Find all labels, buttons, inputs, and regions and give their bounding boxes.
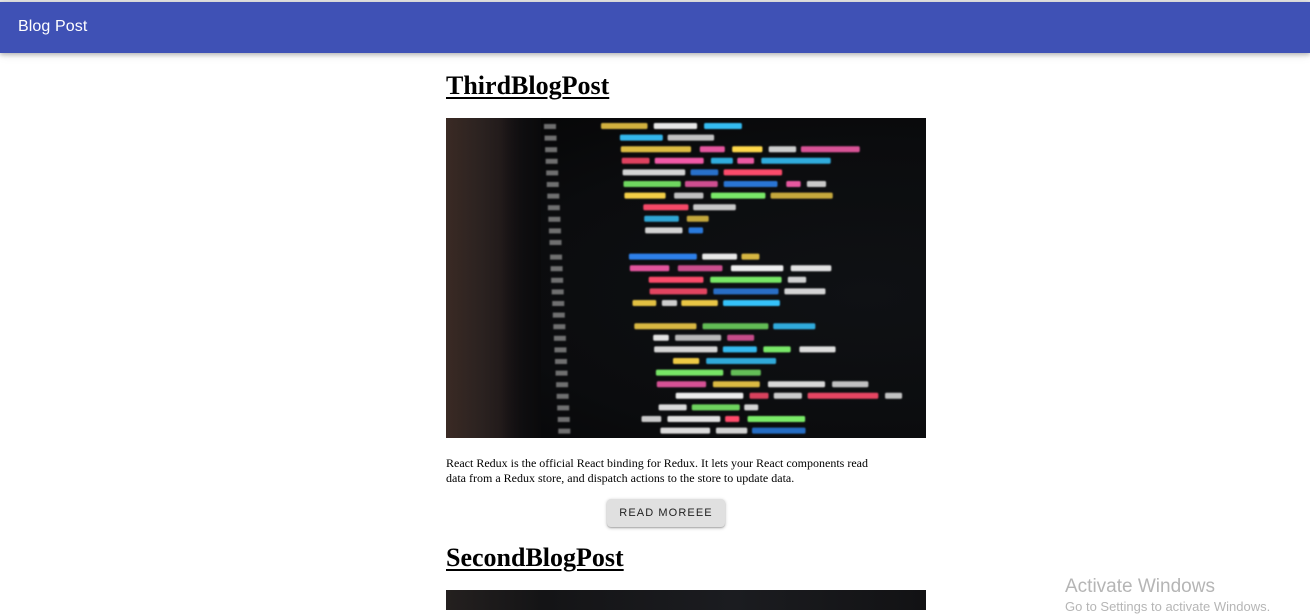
activate-windows-watermark: Activate Windows Go to Settings to activ… xyxy=(1065,576,1270,614)
post-excerpt: React Redux is the official React bindin… xyxy=(446,456,868,485)
app-title: Blog Post xyxy=(18,18,88,35)
code-screen-illustration xyxy=(544,123,903,434)
post-title-link[interactable]: ThirdBlogPost xyxy=(446,70,926,102)
watermark-title: Activate Windows xyxy=(1065,576,1215,597)
read-more-button[interactable]: READ MOREEE xyxy=(607,499,725,527)
post-image xyxy=(446,118,926,438)
app-bar: Blog Post xyxy=(0,2,1310,53)
post-image xyxy=(446,590,926,610)
watermark-subtitle: Go to Settings to activate Windows. xyxy=(1065,599,1271,614)
blog-post-card: ThirdBlogPost React Redux is the officia… xyxy=(446,70,926,527)
blog-post-card: SecondBlogPost xyxy=(446,542,926,610)
post-title-link[interactable]: SecondBlogPost xyxy=(446,542,926,574)
